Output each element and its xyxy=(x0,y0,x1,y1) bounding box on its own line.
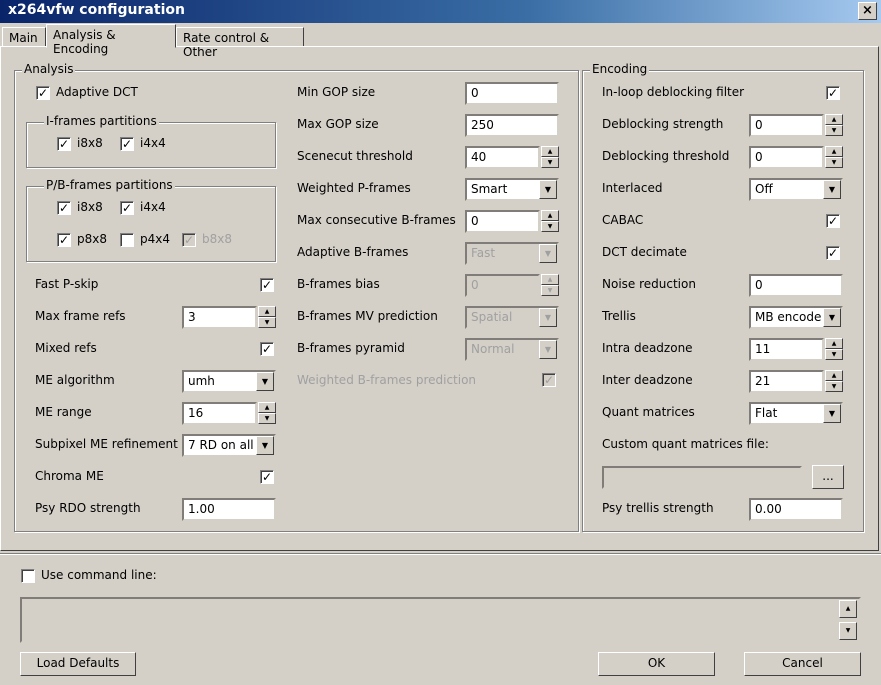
command-line-textarea[interactable] xyxy=(20,597,861,643)
tab-analysis-encoding[interactable]: Analysis & Encoding xyxy=(46,24,176,56)
load-defaults-button[interactable]: Load Defaults xyxy=(20,652,136,676)
ok-button[interactable]: OK xyxy=(598,652,715,676)
cancel-button[interactable]: Cancel xyxy=(744,652,861,676)
scroll-up-button[interactable]: ▲ xyxy=(839,600,857,618)
scroll-down-button[interactable]: ▼ xyxy=(839,622,857,640)
